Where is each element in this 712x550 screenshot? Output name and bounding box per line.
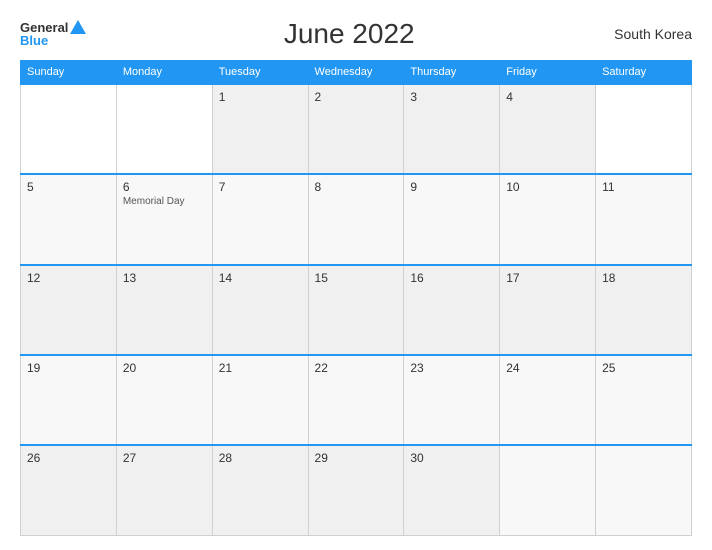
- day-number: 20: [123, 361, 206, 375]
- day-number: 10: [506, 180, 589, 194]
- calendar-cell: 27: [116, 445, 212, 535]
- day-number: 22: [315, 361, 398, 375]
- day-number: 9: [410, 180, 493, 194]
- calendar-cell: [21, 84, 117, 174]
- calendar-cell: [596, 445, 692, 535]
- calendar-cell: [116, 84, 212, 174]
- col-friday: Friday: [500, 61, 596, 85]
- calendar-cell: 5: [21, 174, 117, 264]
- day-number: 11: [602, 180, 685, 194]
- calendar-cell: 11: [596, 174, 692, 264]
- calendar-table: Sunday Monday Tuesday Wednesday Thursday…: [20, 60, 692, 536]
- col-thursday: Thursday: [404, 61, 500, 85]
- calendar-cell: 19: [21, 355, 117, 445]
- calendar-cell: 18: [596, 265, 692, 355]
- calendar-cell: 12: [21, 265, 117, 355]
- calendar-week-row: 56 Memorial Day 789 10 11: [21, 174, 692, 264]
- page-title: June 2022: [86, 18, 612, 50]
- col-tuesday: Tuesday: [212, 61, 308, 85]
- calendar-cell: 15: [308, 265, 404, 355]
- calendar-cell: 9: [404, 174, 500, 264]
- day-number: 2: [315, 90, 398, 104]
- day-number: 19: [27, 361, 110, 375]
- day-number: 14: [219, 271, 302, 285]
- calendar-cell: 24: [500, 355, 596, 445]
- day-number: 26: [27, 451, 110, 465]
- day-number: 27: [123, 451, 206, 465]
- day-number: 25: [602, 361, 685, 375]
- logo-blue-text: Blue: [20, 34, 48, 47]
- day-number: 6: [123, 180, 206, 194]
- logo-triangle-icon: [70, 20, 86, 34]
- calendar-cell: 2: [308, 84, 404, 174]
- day-number: 24: [506, 361, 589, 375]
- col-wednesday: Wednesday: [308, 61, 404, 85]
- calendar-cell: 21: [212, 355, 308, 445]
- calendar-page: General Blue June 2022 South Korea Sunda…: [0, 0, 712, 550]
- header: General Blue June 2022 South Korea: [20, 18, 692, 50]
- calendar-cell: 29: [308, 445, 404, 535]
- day-number: 16: [410, 271, 493, 285]
- day-number: 12: [27, 271, 110, 285]
- day-number: 7: [219, 180, 302, 194]
- day-number: 21: [219, 361, 302, 375]
- day-number: 1: [219, 90, 302, 104]
- day-number: 28: [219, 451, 302, 465]
- day-number: 4: [506, 90, 589, 104]
- calendar-header-row: Sunday Monday Tuesday Wednesday Thursday…: [21, 61, 692, 85]
- calendar-cell: 25: [596, 355, 692, 445]
- day-number: 30: [410, 451, 493, 465]
- col-saturday: Saturday: [596, 61, 692, 85]
- logo: General Blue: [20, 21, 86, 47]
- calendar-cell: 7: [212, 174, 308, 264]
- country-label: South Korea: [612, 26, 692, 42]
- calendar-cell: 8: [308, 174, 404, 264]
- calendar-cell: 17: [500, 265, 596, 355]
- day-number: 18: [602, 271, 685, 285]
- calendar-week-row: 26 27 28 29 30: [21, 445, 692, 535]
- day-number: 15: [315, 271, 398, 285]
- calendar-cell: [596, 84, 692, 174]
- calendar-cell: 22: [308, 355, 404, 445]
- calendar-cell: 28: [212, 445, 308, 535]
- day-number: 13: [123, 271, 206, 285]
- day-number: 8: [315, 180, 398, 194]
- day-number: 3: [410, 90, 493, 104]
- calendar-week-row: 19 20 21 22 23 24 25: [21, 355, 692, 445]
- day-number: 29: [315, 451, 398, 465]
- day-number: 5: [27, 180, 110, 194]
- calendar-cell: 14: [212, 265, 308, 355]
- calendar-cell: [500, 445, 596, 535]
- col-monday: Monday: [116, 61, 212, 85]
- calendar-cell: 1: [212, 84, 308, 174]
- calendar-event: Memorial Day: [123, 196, 206, 207]
- calendar-cell: 30: [404, 445, 500, 535]
- calendar-cell: 3: [404, 84, 500, 174]
- calendar-cell: 26: [21, 445, 117, 535]
- calendar-week-row: 12 13 14 15 16 17 18: [21, 265, 692, 355]
- day-number: 17: [506, 271, 589, 285]
- calendar-cell: 4: [500, 84, 596, 174]
- calendar-week-row: 1234: [21, 84, 692, 174]
- calendar-cell: 13: [116, 265, 212, 355]
- calendar-cell: 20: [116, 355, 212, 445]
- calendar-cell: 10: [500, 174, 596, 264]
- calendar-cell: 16: [404, 265, 500, 355]
- col-sunday: Sunday: [21, 61, 117, 85]
- calendar-cell: 23: [404, 355, 500, 445]
- calendar-cell: 6 Memorial Day: [116, 174, 212, 264]
- day-number: 23: [410, 361, 493, 375]
